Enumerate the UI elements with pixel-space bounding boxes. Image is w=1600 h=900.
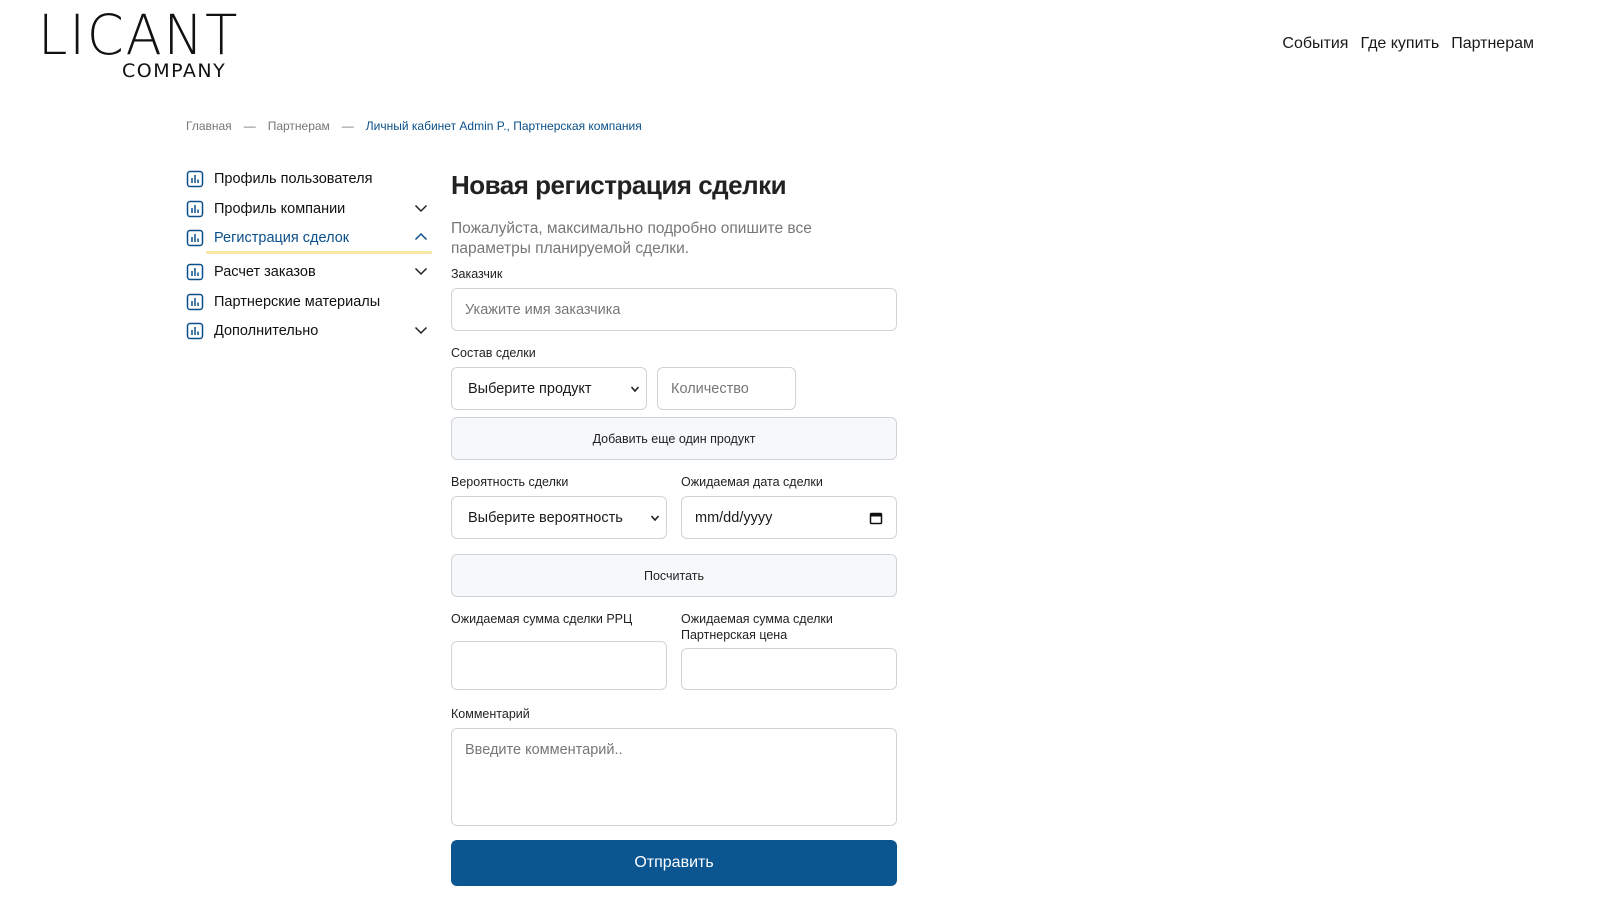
sum-partner-label: Ожидаемая сумма сделки Партнерская цена bbox=[681, 611, 833, 643]
logo-subtitle: COMPANY bbox=[122, 60, 227, 82]
sidebar-item-partner-materials[interactable]: Партнерские материалы bbox=[186, 291, 432, 313]
breadcrumb-separator: — bbox=[341, 119, 354, 133]
sidebar-item-label: Регистрация сделок bbox=[214, 230, 350, 246]
sidebar-item-additional[interactable]: Дополнительно bbox=[186, 320, 432, 342]
breadcrumb-current[interactable]: Личный кабинет Admin P., Партнерская ком… bbox=[366, 118, 642, 134]
page-subtitle: Пожалуйста, максимально подробно опишите… bbox=[451, 220, 812, 257]
product-select[interactable]: Выберите продукт bbox=[451, 367, 647, 410]
nav-link-where-to-buy[interactable]: Где купить bbox=[1360, 34, 1439, 54]
probability-select-value: Выберите вероятность bbox=[468, 509, 623, 526]
breadcrumb-partners[interactable]: Партнерам bbox=[268, 118, 330, 134]
top-navigation: События Где купить Партнерам bbox=[1282, 34, 1534, 54]
page-title: Новая регистрация сделки bbox=[451, 170, 787, 200]
sum-partner-label-line1: Ожидаемая сумма сделки bbox=[681, 612, 833, 626]
sum-partner-label-line2: Партнерская цена bbox=[681, 628, 788, 642]
bar-chart-icon bbox=[186, 263, 204, 281]
chevron-down-icon[interactable] bbox=[414, 266, 428, 276]
customer-label: Заказчик bbox=[451, 267, 503, 281]
breadcrumb: Главная — Партнерам — Личный кабинет Adm… bbox=[186, 118, 642, 134]
bar-chart-icon bbox=[186, 200, 204, 217]
probability-label: Вероятность сделки bbox=[451, 475, 569, 489]
bar-chart-icon bbox=[186, 322, 204, 340]
comment-label: Комментарий bbox=[451, 707, 530, 721]
expected-date-label: Ожидаемая дата сделки bbox=[681, 475, 823, 489]
chevron-down-icon bbox=[630, 385, 640, 392]
nav-link-events[interactable]: События bbox=[1282, 34, 1348, 54]
calculate-button[interactable]: Посчитать bbox=[451, 554, 897, 597]
sidebar-item-order-calculation[interactable]: Расчет заказов bbox=[186, 261, 432, 283]
probability-select[interactable]: Выберите вероятность bbox=[451, 496, 667, 539]
chevron-down-icon[interactable] bbox=[414, 203, 428, 213]
sum-rrp-label: Ожидаемая сумма сделки РРЦ bbox=[451, 612, 633, 626]
submit-button[interactable]: Отправить bbox=[451, 840, 897, 886]
comment-textarea[interactable] bbox=[451, 728, 897, 826]
bar-chart-icon bbox=[186, 293, 204, 310]
expected-date-input[interactable]: mm/dd/yyyy bbox=[681, 496, 897, 539]
sidebar-item-company-profile[interactable]: Профиль компании bbox=[186, 198, 432, 220]
company-logo[interactable]: LICANT COMPANY bbox=[38, 8, 248, 88]
chevron-up-icon[interactable] bbox=[414, 232, 428, 242]
date-placeholder: mm/dd/yyyy bbox=[695, 509, 773, 526]
sum-rrp-input[interactable] bbox=[451, 641, 667, 690]
sidebar-item-deal-registration[interactable]: Регистрация сделок bbox=[186, 227, 432, 254]
sidebar-item-label: Дополнительно bbox=[214, 323, 319, 339]
sidebar-item-label: Партнерские материалы bbox=[214, 293, 381, 310]
nav-link-partners[interactable]: Партнерам bbox=[1451, 34, 1534, 54]
breadcrumb-home[interactable]: Главная bbox=[186, 118, 232, 134]
chevron-down-icon[interactable] bbox=[414, 325, 428, 335]
bar-chart-icon bbox=[186, 170, 204, 188]
deal-composition-label: Состав сделки bbox=[451, 346, 536, 360]
sidebar-item-user-profile[interactable]: Профиль пользователя bbox=[186, 168, 432, 190]
chevron-down-icon bbox=[650, 514, 660, 521]
sidebar-item-label: Профиль пользователя bbox=[214, 171, 373, 187]
sidebar-item-label: Расчет заказов bbox=[214, 264, 316, 280]
product-select-value: Выберите продукт bbox=[468, 380, 592, 397]
sum-partner-input[interactable] bbox=[681, 648, 897, 690]
deal-registration-form: Новая регистрация сделки Пожалуйста, мак… bbox=[451, 170, 897, 886]
breadcrumb-separator: — bbox=[243, 119, 256, 133]
quantity-input[interactable] bbox=[657, 367, 796, 410]
logo-wordmark: LICANT bbox=[38, 3, 240, 67]
add-product-button[interactable]: Добавить еще один продукт bbox=[451, 417, 897, 460]
sidebar: Профиль пользователя Профиль компании Ре… bbox=[186, 168, 432, 350]
calendar-icon[interactable] bbox=[869, 511, 883, 525]
customer-input[interactable] bbox=[451, 288, 897, 331]
sidebar-item-label: Профиль компании bbox=[214, 200, 346, 217]
bar-chart-icon bbox=[186, 229, 204, 247]
